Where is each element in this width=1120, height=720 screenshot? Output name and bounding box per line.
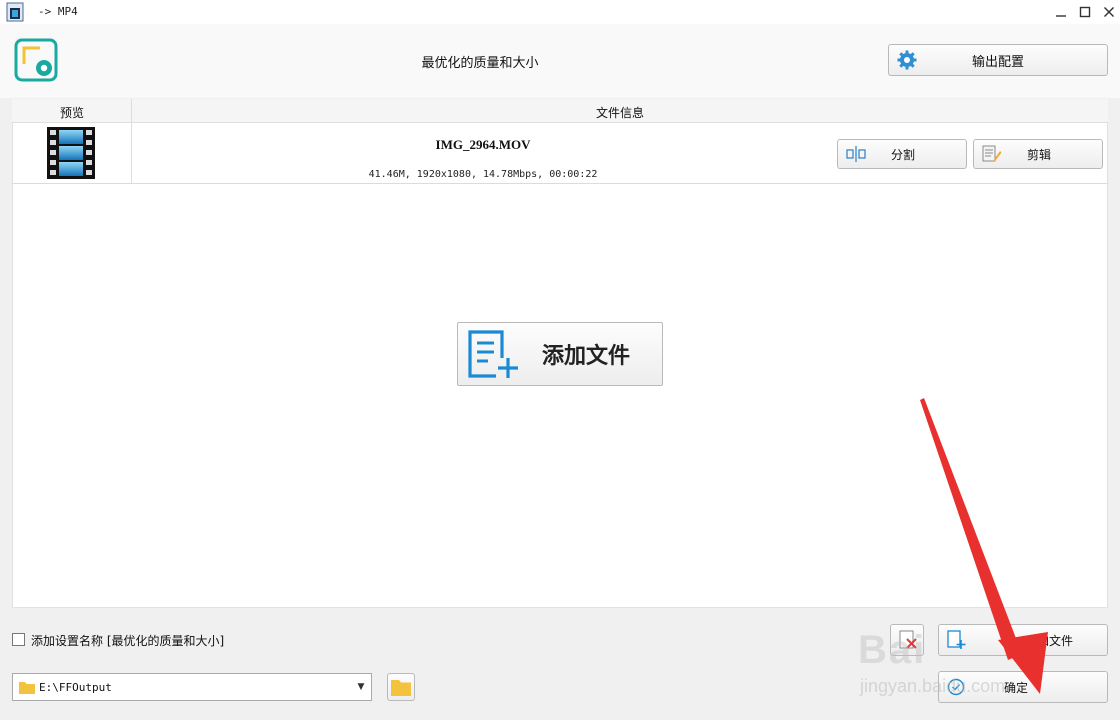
clip-label: 剪辑 — [1026, 147, 1051, 162]
window-title: -> MP4 — [38, 5, 78, 18]
add-setting-name-label: 添加设置名称 [最优化的质量和大小] — [31, 634, 225, 648]
add-file-button[interactable]: 添加文件 — [457, 322, 663, 386]
output-config-label: 输出配置 — [971, 54, 1024, 70]
minimize-button[interactable] — [1048, 0, 1074, 24]
maximize-icon — [1079, 6, 1091, 18]
minimize-icon — [1056, 15, 1066, 17]
output-config-button[interactable]: 输出配置 — [888, 44, 1108, 76]
format-logo-icon — [14, 38, 58, 82]
watermark-url-text: jingyan.baidu.com — [860, 676, 1006, 696]
split-button[interactable]: 分割 — [837, 139, 967, 169]
folder-icon — [391, 680, 411, 696]
split-label: 分割 — [890, 147, 915, 162]
video-file-thumbnail-icon[interactable] — [47, 127, 95, 179]
output-folder-value: E:\FFOutput — [39, 680, 112, 694]
add-file-small-label: 加文件 — [1036, 633, 1073, 648]
row-separator — [12, 183, 1108, 184]
maximize-button[interactable] — [1072, 0, 1098, 24]
clip-button[interactable]: 剪辑 — [973, 139, 1103, 169]
watermark-logo-text: Bai — [858, 628, 927, 672]
add-setting-name-checkbox[interactable] — [12, 633, 25, 646]
output-folder-select[interactable]: E:\FFOutput ▼ — [12, 673, 372, 701]
file-meta: 41.46M, 1920x1080, 14.78Mbps, 00:00:22 — [368, 169, 598, 180]
title-bar — [0, 0, 1120, 24]
browse-folder-button[interactable] — [387, 673, 415, 701]
add-file-label: 添加文件 — [542, 344, 631, 369]
app-icon — [6, 2, 24, 22]
add-file-small-button[interactable]: 加文件 — [938, 624, 1108, 656]
clip-edit-icon — [982, 145, 1002, 162]
close-icon — [1104, 7, 1114, 17]
split-icon — [846, 146, 866, 162]
folder-icon — [19, 682, 35, 694]
chevron-down-icon[interactable]: ▼ — [351, 682, 371, 692]
add-file-icon — [468, 330, 518, 378]
file-name: IMG_2964.MOV — [435, 137, 531, 152]
close-button[interactable] — [1096, 0, 1120, 24]
profile-title: 最优化的质量和大小 — [421, 56, 539, 71]
column-header-file-info: 文件信息 — [595, 106, 644, 120]
gear-icon — [897, 50, 917, 70]
add-file-icon — [947, 630, 966, 649]
column-header-preview: 预览 — [59, 106, 84, 120]
